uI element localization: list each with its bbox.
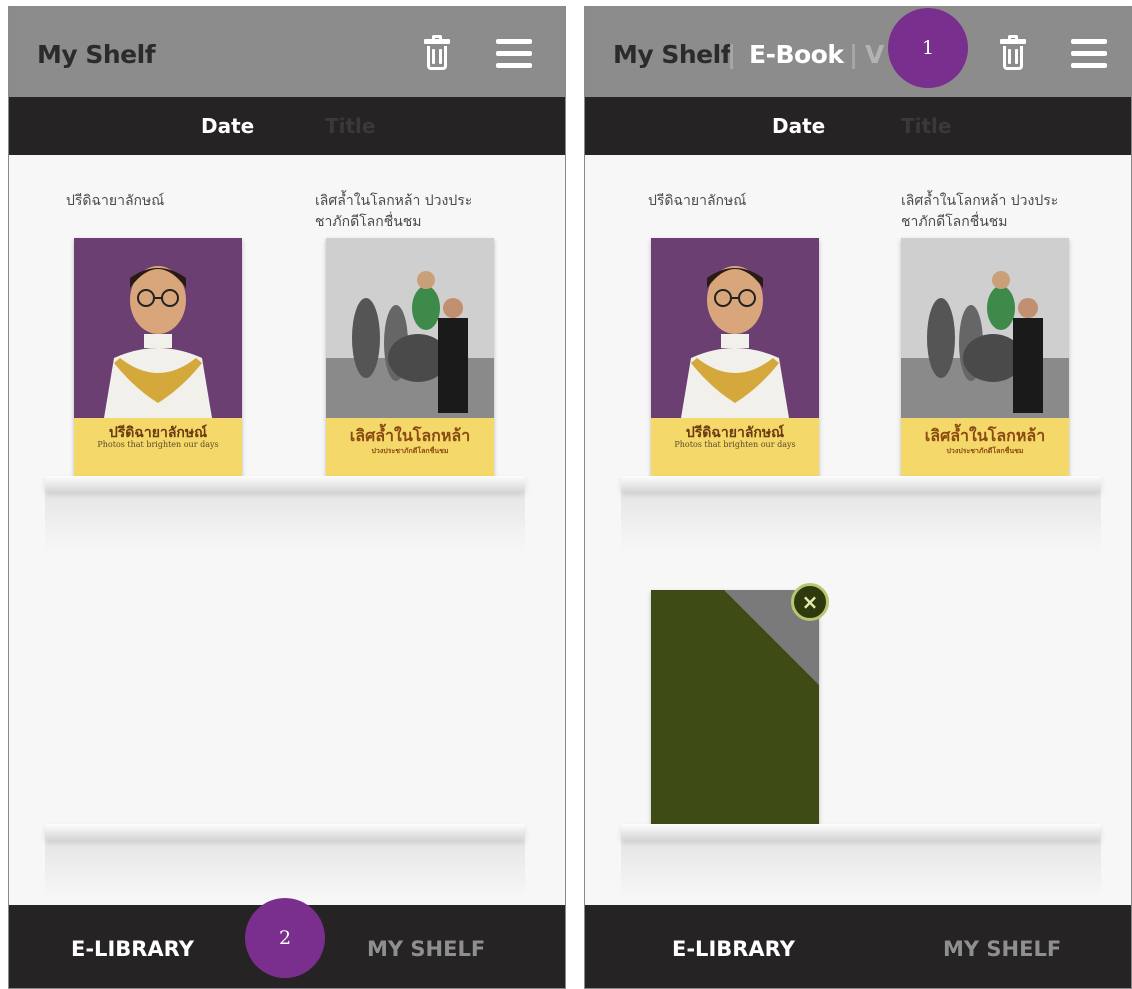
cover-title-band: ปรีดิฉายาลักษณ์ Photos that brighten our…: [74, 418, 242, 480]
nav-e-library[interactable]: E-LIBRARY: [672, 937, 795, 961]
close-icon[interactable]: ×: [791, 583, 829, 621]
shelf: [45, 824, 525, 840]
nav-my-shelf[interactable]: MY SHELF: [943, 937, 1061, 961]
shelf-screen-left: My Shelf Date Title ปรีดิฉายาลักษณ์ เลิศ…: [8, 6, 566, 989]
tab-separator: |: [849, 40, 859, 69]
callout-marker-2: 2: [245, 898, 325, 978]
tab-separator: |: [727, 40, 737, 69]
photo-illustration: [901, 238, 1069, 418]
stage: My Shelf Date Title ปรีดิฉายาลักษณ์ เลิศ…: [0, 0, 1132, 989]
nav-my-shelf[interactable]: MY SHELF: [367, 937, 485, 961]
book-caption: ปรีดิฉายาลักษณ์: [66, 193, 165, 209]
book-caption-line: ชาภักดีโลกชื่นชม: [901, 214, 1008, 230]
book-caption: เลิศล้ำในโลกหล้า ปวงประ ชาภักดีโลกชื่นชม: [315, 191, 472, 233]
cover-subtitle: ปวงประชาภักดีโลกชื่นชม: [371, 447, 449, 455]
top-bar: My Shelf: [9, 7, 565, 97]
shelf: [621, 824, 1101, 840]
shelf-shadow: [45, 840, 525, 900]
shelf: [621, 476, 1101, 492]
sort-bar: Date Title: [9, 97, 565, 155]
book-caption-line: เลิศล้ำในโลกหล้า ปวงประ: [901, 193, 1059, 209]
book-cover[interactable]: ปรีดิฉายาลักษณ์ Photos that brighten our…: [651, 238, 819, 480]
shelf-shadow: [621, 840, 1101, 900]
shelf-shadow: [45, 492, 525, 552]
callout-marker-1: 1: [888, 8, 968, 88]
page-title: My Shelf: [37, 40, 156, 69]
nav-e-library[interactable]: E-LIBRARY: [71, 937, 194, 961]
cover-subtitle: ปวงประชาภักดีโลกชื่นชม: [946, 447, 1024, 455]
book-caption: เลิศล้ำในโลกหล้า ปวงประ ชาภักดีโลกชื่นชม: [901, 191, 1058, 233]
tab-partial[interactable]: V: [865, 40, 884, 69]
cover-subtitle: Photos that brighten our days: [97, 440, 219, 449]
sort-tab-date[interactable]: Date: [772, 114, 825, 138]
tab-e-book[interactable]: E-Book: [749, 40, 844, 69]
shelf-screen-right: My Shelf | E-Book | V Date Title ปรีดิฉา…: [584, 6, 1132, 989]
hamburger-menu-icon[interactable]: [1071, 39, 1107, 69]
photo-illustration: [326, 238, 494, 418]
book-cover[interactable]: เลิศล้ำในโลกหล้า ปวงประชาภักดีโลกชื่นชม: [326, 238, 494, 480]
trash-icon[interactable]: [424, 35, 450, 71]
portrait-illustration: [74, 238, 242, 418]
shelf: [45, 476, 525, 492]
book-caption-line: ชาภักดีโลกชื่นชม: [315, 214, 422, 230]
book-cover[interactable]: ปรีดิฉายาลักษณ์ Photos that brighten our…: [74, 238, 242, 480]
trash-icon[interactable]: [1000, 35, 1026, 71]
portrait-illustration: [651, 238, 819, 418]
shelf-shadow: [621, 492, 1101, 552]
placeholder-book[interactable]: [651, 590, 819, 832]
book-cover[interactable]: เลิศล้ำในโลกหล้า ปวงประชาภักดีโลกชื่นชม: [901, 238, 1069, 480]
sort-bar: Date Title: [585, 97, 1131, 155]
cover-title-band: ปรีดิฉายาลักษณ์ Photos that brighten our…: [651, 418, 819, 480]
book-caption-line: เลิศล้ำในโลกหล้า ปวงประ: [315, 193, 473, 209]
page-title: My Shelf: [613, 40, 732, 69]
cover-title-band: เลิศล้ำในโลกหล้า ปวงประชาภักดีโลกชื่นชม: [901, 418, 1069, 480]
bottom-nav: E-LIBRARY MY SHELF: [585, 905, 1131, 988]
sort-tab-title[interactable]: Title: [901, 114, 951, 138]
book-caption: ปรีดิฉายาลักษณ์: [648, 193, 747, 209]
top-bar: My Shelf | E-Book | V: [585, 7, 1131, 97]
sort-tab-date[interactable]: Date: [201, 114, 254, 138]
cover-subtitle: Photos that brighten our days: [674, 440, 796, 449]
cover-title-band: เลิศล้ำในโลกหล้า ปวงประชาภักดีโลกชื่นชม: [326, 418, 494, 480]
hamburger-menu-icon[interactable]: [496, 39, 532, 69]
sort-tab-title[interactable]: Title: [325, 114, 375, 138]
